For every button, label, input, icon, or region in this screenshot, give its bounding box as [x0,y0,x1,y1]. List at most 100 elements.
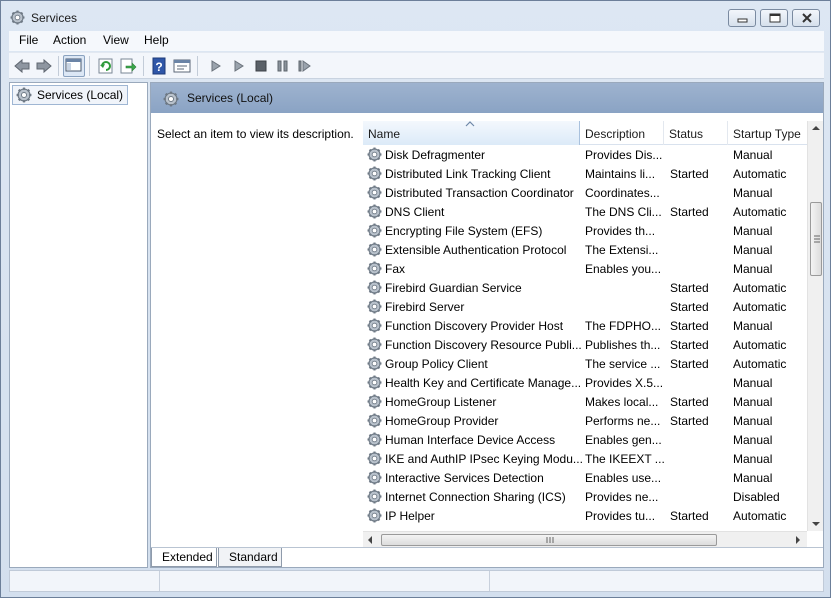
service-gear-icon [367,451,382,466]
minimize-button[interactable] [728,9,756,27]
horizontal-scrollbar[interactable] [363,531,807,547]
description-prompt: Select an item to view its description. [157,127,354,141]
start-service-alt-icon[interactable] [230,57,248,75]
status-bar [9,570,824,592]
table-row[interactable]: Human Interface Device Access Enables gen… [363,430,807,449]
service-startup-cell: Automatic [733,509,787,523]
scroll-left-arrow-icon[interactable] [367,536,373,544]
service-name-cell: HomeGroup Provider [385,414,499,428]
table-row[interactable]: Disk Defragmenter Provides Dis... Manual [363,145,807,164]
menu-file[interactable]: File [17,33,40,47]
tree-item-services-local[interactable]: Services (Local) [12,85,129,105]
properties-icon[interactable] [173,57,191,75]
services-list: Name Description Status Startup Type Dis… [363,113,823,547]
details-title: Services (Local) [187,91,274,105]
menu-bar: File Action View Help [9,31,824,51]
service-name-cell: Fax [385,262,406,276]
restart-service-icon[interactable] [296,57,314,75]
table-row[interactable]: Group Policy Client The service ... Starte… [363,354,807,373]
service-description-cell: The IKEEXT ... [585,452,665,466]
service-gear-icon [367,356,382,371]
service-gear-icon [367,375,382,390]
window-title: Services [31,11,78,25]
table-row[interactable]: Interactive Services Detection Enables us… [363,468,807,487]
table-row[interactable]: DNS Client The DNS Cli... Started Automatic [363,202,807,221]
service-description-cell: The Extensi... [585,243,659,257]
service-startup-cell: Automatic [733,167,787,181]
back-arrow-icon[interactable] [13,57,31,75]
service-name-cell: IKE and AuthIP IPsec Keying Modu... [385,452,583,466]
show-hide-console-tree-icon[interactable] [63,55,85,77]
pause-service-icon[interactable] [274,57,292,75]
table-row[interactable]: Encrypting File System (EFS) Provides th.… [363,221,807,240]
title-bar[interactable]: Services [1,1,830,31]
scroll-up-arrow-icon[interactable] [812,125,820,131]
service-name-cell: Function Discovery Resource Publi... [385,338,582,352]
maximize-button[interactable] [760,9,788,27]
service-gear-icon [367,337,382,352]
service-name-cell: Firebird Guardian Service [385,281,522,295]
menu-help[interactable]: Help [142,33,171,47]
column-name-label: Name [368,127,401,141]
service-gear-icon [367,489,382,504]
maximize-icon [769,13,781,23]
column-status[interactable]: Status [664,121,728,145]
service-name-cell: Group Policy Client [385,357,488,371]
scroll-down-arrow-icon[interactable] [812,521,820,527]
service-name-cell: DNS Client [385,205,445,219]
console-tree-pane: Services (Local) [9,82,148,568]
export-list-icon[interactable] [119,57,137,75]
service-gear-icon [367,299,382,314]
table-row[interactable]: IKE and AuthIP IPsec Keying Modu... The I… [363,449,807,468]
menu-action[interactable]: Action [51,33,88,47]
service-description-cell: Provides th... [585,224,656,238]
service-startup-cell: Manual [733,319,773,333]
table-row[interactable]: Distributed Link Tracking Client Maintain… [363,164,807,183]
table-row[interactable]: Function Discovery Resource Publi... Publ… [363,335,807,354]
table-row[interactable]: Distributed Transaction Coordinator Coord… [363,183,807,202]
table-row[interactable]: IP Helper Provides tu... Started Automatic [363,506,807,525]
service-description-cell: Performs ne... [585,414,661,428]
column-status-label: Status [669,127,704,141]
table-row[interactable]: Internet Connection Sharing (ICS) Provide… [363,487,807,506]
service-name-cell: HomeGroup Listener [385,395,497,409]
table-row[interactable]: Extensible Authentication Protocol The Ex… [363,240,807,259]
table-row[interactable]: Health Key and Certificate Manage... Prov… [363,373,807,392]
scroll-right-arrow-icon[interactable] [795,536,801,544]
table-row[interactable]: HomeGroup Listener Makes local... Started M… [363,392,807,411]
forward-arrow-icon[interactable] [35,57,53,75]
service-name-cell: Extensible Authentication Protocol [385,243,567,257]
table-row[interactable]: HomeGroup Provider Performs ne... Started M… [363,411,807,430]
table-row[interactable]: Function Discovery Provider Host The FDPH… [363,316,807,335]
service-status-cell: Started [670,357,709,371]
table-row[interactable]: Firebird Server Started Automatic [363,297,807,316]
help-icon[interactable]: ? [150,57,168,75]
service-description-cell: Provides tu... [585,509,656,523]
service-name-cell: Internet Connection Sharing (ICS) [385,490,566,504]
service-description-cell: Enables you... [585,262,662,276]
sort-ascending-icon [465,121,475,127]
tab-standard[interactable]: Standard [218,548,282,567]
table-row[interactable]: Firebird Guardian Service Started Automati… [363,278,807,297]
start-service-icon[interactable] [207,57,225,75]
toolbar-separator [143,56,144,76]
stop-service-icon[interactable] [252,57,270,75]
table-row[interactable]: Fax Enables you... Manual [363,259,807,278]
column-name[interactable]: Name [363,121,580,145]
service-gear-icon [367,318,382,333]
vertical-scrollbar[interactable] [807,121,823,531]
service-status-cell: Started [670,395,709,409]
service-description-cell: Provides X.5... [585,376,664,390]
close-button[interactable] [792,9,820,27]
service-startup-cell: Manual [733,433,773,447]
column-startup-type[interactable]: Startup Type [728,121,807,145]
toolbar: ? [9,52,824,79]
vertical-scroll-thumb[interactable] [810,202,822,276]
tab-standard-label: Standard [229,550,278,564]
horizontal-scroll-thumb[interactable] [381,534,717,546]
tab-extended[interactable]: Extended [151,548,217,567]
column-description[interactable]: Description [580,121,664,145]
menu-view[interactable]: View [101,33,131,47]
refresh-icon[interactable] [97,57,115,75]
close-icon [802,13,812,23]
